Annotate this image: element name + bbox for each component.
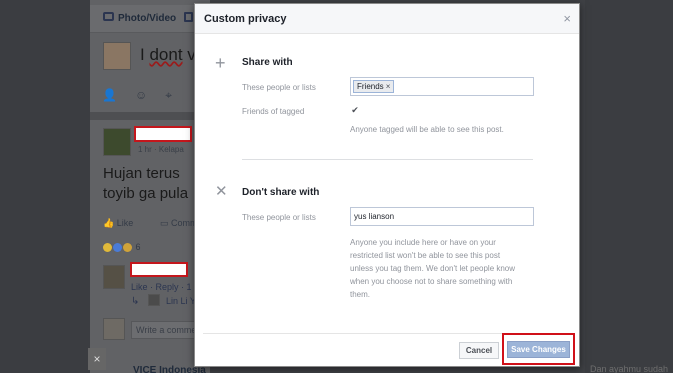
feeling-icon: ☺ <box>134 88 166 102</box>
composer-actions: 👤☺⌖ <box>102 88 190 103</box>
photo-video-label: Photo/Video <box>118 13 177 24</box>
section-divider <box>242 159 533 160</box>
friends-token: Friends × <box>353 80 395 93</box>
wow-icon <box>123 243 132 253</box>
share-with-input[interactable]: Friends × <box>350 77 534 96</box>
comment-actions: Like · Reply · 1 <box>131 282 192 292</box>
redacted-name-box <box>134 126 192 142</box>
dont-share-with-people-label: These people or lists <box>242 213 316 222</box>
left-column <box>0 0 90 373</box>
save-highlight-box: Save Changes <box>502 333 575 365</box>
album-icon <box>184 12 193 22</box>
close-icon[interactable]: × <box>563 11 571 26</box>
friends-of-tagged-label: Friends of tagged <box>242 107 305 116</box>
feed-separator <box>90 112 210 120</box>
reply-arrow-icon: ↳ <box>131 296 140 307</box>
comment-avatar <box>103 265 125 289</box>
post-reactions: 6 <box>103 242 141 253</box>
dont-share-with-title: Don't share with <box>242 187 320 198</box>
post-avatar <box>103 128 131 156</box>
reply-author: Lin Li Y <box>166 296 196 306</box>
redacted-name-box <box>130 262 188 277</box>
post-like-button: 👍 Like <box>103 218 134 228</box>
cancel-button[interactable]: Cancel <box>459 342 499 359</box>
plus-icon: + <box>215 53 226 73</box>
right-column <box>585 0 673 373</box>
chat-close-icon: × <box>88 348 106 370</box>
composer-draft-text: I dont v <box>140 45 196 64</box>
share-with-people-label: These people or lists <box>242 83 316 92</box>
friends-of-tagged-checkbox[interactable]: ✔ <box>350 105 360 115</box>
location-icon: ⌖ <box>165 88 190 102</box>
write-comment-avatar <box>103 318 125 340</box>
cross-icon: ✕ <box>215 183 228 200</box>
share-with-title: Share with <box>242 57 293 68</box>
share-with-hint: Anyone tagged will be able to see this p… <box>350 125 504 134</box>
photo-icon <box>103 12 114 21</box>
tag-friends-icon: 👤 <box>102 88 135 102</box>
post-time: 1 hr · Kelapa <box>138 145 184 154</box>
reply-avatar <box>148 294 160 306</box>
dont-share-with-hint: Anyone you include here or have on your … <box>350 238 516 299</box>
custom-privacy-dialog: Custom privacy × + Share with These peop… <box>194 3 580 367</box>
like-reaction-icon <box>113 243 122 253</box>
dialog-title: Custom privacy <box>204 13 287 25</box>
post-text: Hujan terus toyib ga pula <box>103 165 189 202</box>
composer-avatar <box>103 42 131 70</box>
sidebar-text: Dan ayahmu sudah ada dalam <box>590 364 669 373</box>
dont-share-with-input[interactable]: yus lianson <box>350 207 534 226</box>
dont-share-with-value: yus lianson <box>354 212 395 221</box>
haha-icon <box>103 243 112 253</box>
dialog-header: Custom privacy × <box>195 4 579 34</box>
save-changes-button[interactable]: Save Changes <box>507 341 570 358</box>
remove-token-icon[interactable]: × <box>386 82 391 91</box>
